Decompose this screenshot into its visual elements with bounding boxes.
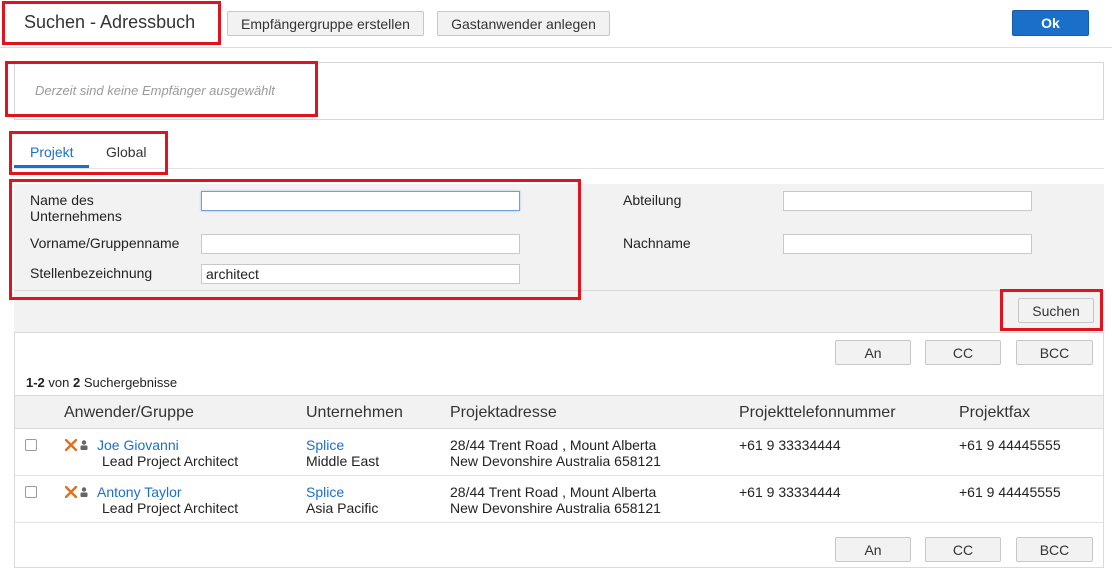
tab-global[interactable]: Global	[106, 144, 146, 160]
company-logo-icon	[65, 439, 77, 451]
column-header-user-group[interactable]: Anwender/Gruppe	[64, 404, 194, 422]
user-name-link[interactable]: Antony Taylor	[97, 484, 182, 500]
department-label: Abteilung	[623, 192, 682, 208]
address-line-2: New Devonshire Australia 658121	[450, 500, 661, 516]
tab-divider	[14, 168, 1104, 169]
address-line-1: 28/44 Trent Road , Mount Alberta	[450, 484, 657, 500]
result-total: 2	[73, 375, 81, 390]
add-cc-button-bottom[interactable]: CC	[925, 537, 1001, 562]
search-button[interactable]: Suchen	[1018, 298, 1094, 323]
user-icon	[80, 440, 88, 450]
column-header-project-fax[interactable]: Projektfax	[959, 404, 1030, 422]
lastname-input[interactable]	[783, 234, 1032, 254]
address-line-2: New Devonshire Australia 658121	[450, 453, 661, 469]
search-button-bar	[14, 290, 1104, 333]
ok-button[interactable]: Ok	[1012, 10, 1089, 36]
result-of: von	[48, 375, 70, 390]
company-region: Asia Pacific	[306, 500, 379, 516]
result-suffix: Suchergebnisse	[83, 375, 178, 390]
project-phone: +61 9 33334444	[739, 437, 841, 453]
add-bcc-button[interactable]: BCC	[1016, 340, 1093, 365]
user-name-link[interactable]: Joe Giovanni	[97, 437, 179, 453]
result-count: 1-2 von 2 Suchergebnisse	[26, 375, 177, 390]
company-name-input[interactable]	[201, 191, 520, 211]
row-divider	[15, 475, 1103, 476]
company-name-label: Name des Unternehmens	[30, 192, 122, 224]
tab-project[interactable]: Projekt	[30, 144, 74, 160]
user-icon	[80, 487, 88, 497]
row-divider	[15, 522, 1103, 523]
create-recipient-group-button[interactable]: Empfängergruppe erstellen	[227, 11, 424, 36]
firstname-input[interactable]	[201, 234, 520, 254]
department-input[interactable]	[783, 191, 1032, 211]
active-tab-indicator	[14, 165, 89, 168]
result-range: 1-2	[26, 375, 45, 390]
column-header-project-phone[interactable]: Projekttelefonnummer	[739, 404, 896, 422]
add-cc-button[interactable]: CC	[925, 340, 1001, 365]
company-logo-icon	[65, 486, 77, 498]
user-job-title: Lead Project Architect	[102, 500, 239, 516]
row-checkbox[interactable]	[25, 439, 37, 451]
firstname-label: Vorname/Gruppenname	[30, 235, 180, 251]
company-region: Middle East	[306, 453, 380, 469]
add-bcc-button-bottom[interactable]: BCC	[1016, 537, 1093, 562]
no-recipients-text: Derzeit sind keine Empfänger ausgewählt	[35, 83, 275, 98]
header-divider	[0, 47, 1112, 48]
job-title-label: Stellenbezeichnung	[30, 265, 153, 281]
job-title-input[interactable]	[201, 264, 520, 284]
lastname-label: Nachname	[623, 235, 691, 251]
project-fax: +61 9 44445555	[959, 437, 1061, 453]
column-header-company[interactable]: Unternehmen	[306, 404, 403, 422]
dialog-title: Suchen - Adressbuch	[24, 12, 196, 32]
project-fax: +61 9 44445555	[959, 484, 1061, 500]
add-to-button-bottom[interactable]: An	[835, 537, 911, 562]
add-to-button[interactable]: An	[835, 340, 911, 365]
column-header-project-address[interactable]: Projektadresse	[450, 404, 557, 422]
row-checkbox[interactable]	[25, 486, 37, 498]
project-phone: +61 9 33334444	[739, 484, 841, 500]
user-job-title: Lead Project Architect	[102, 453, 239, 469]
company-link[interactable]: Splice	[306, 484, 344, 500]
create-guest-user-button[interactable]: Gastanwender anlegen	[437, 11, 610, 36]
company-link[interactable]: Splice	[306, 437, 344, 453]
address-line-1: 28/44 Trent Road , Mount Alberta	[450, 437, 657, 453]
